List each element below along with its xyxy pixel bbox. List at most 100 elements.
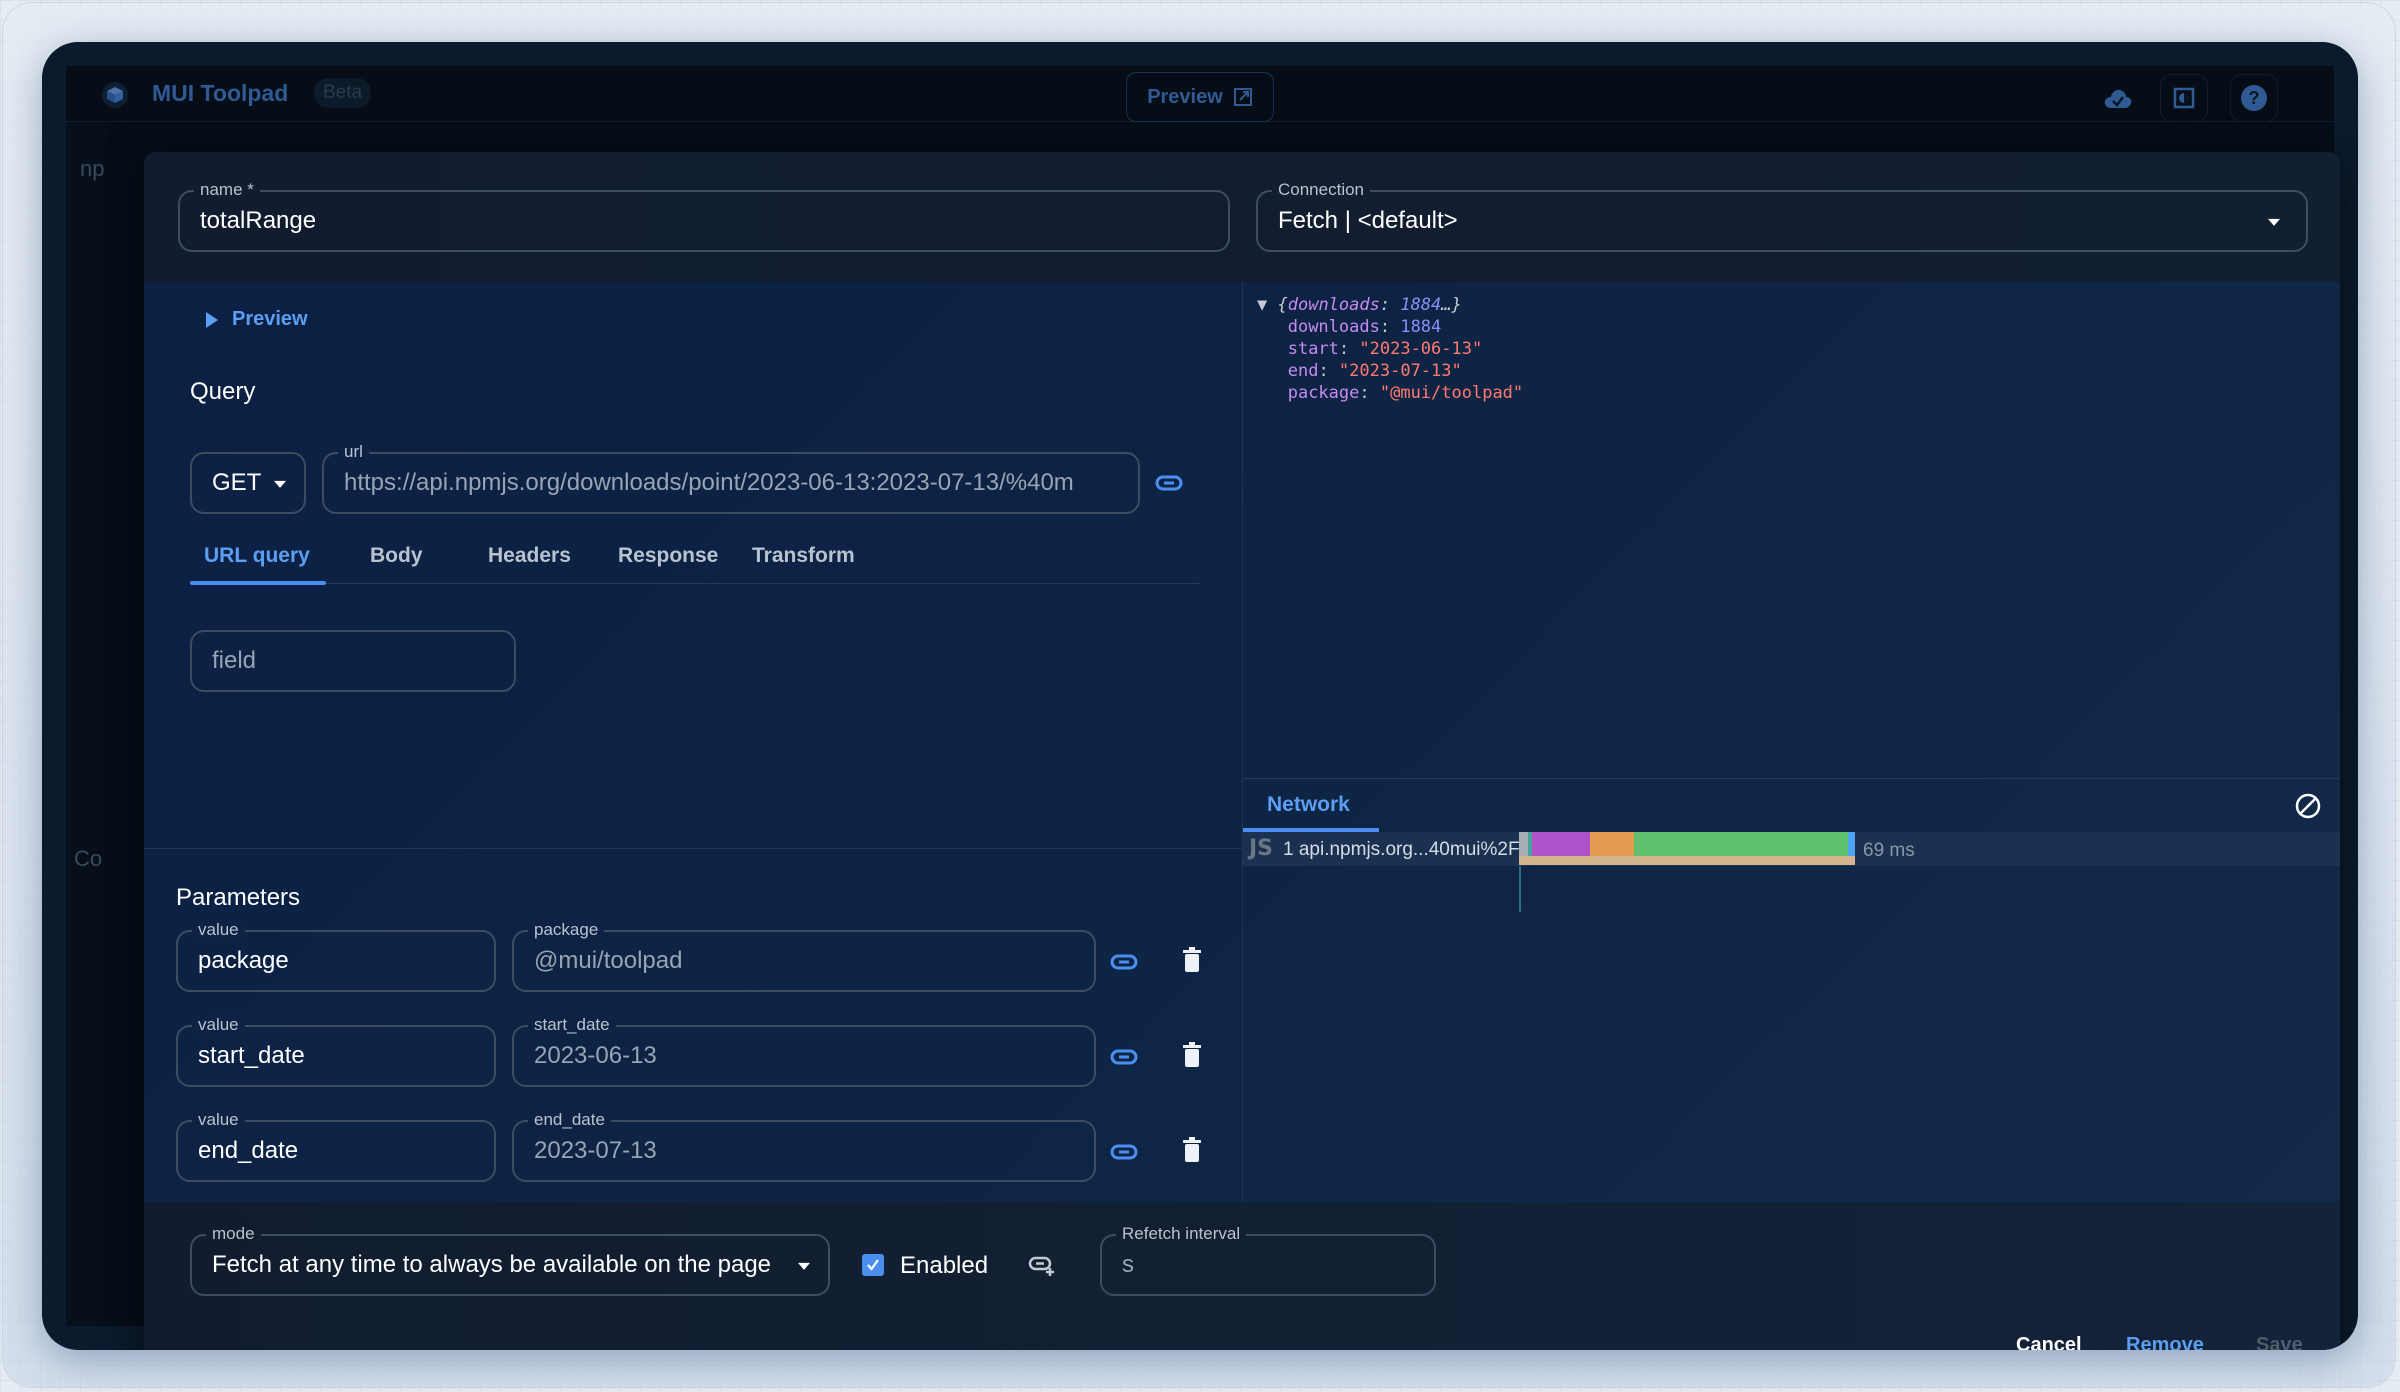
add-link-icon [1028,1256,1054,1276]
sidebar-text-project: np [80,156,105,181]
parameter-name-value: package [198,947,289,974]
url-query-field-input[interactable]: field [190,630,516,692]
entry-value: "@mui/toolpad" [1379,383,1524,403]
timeline-marker [1519,866,1521,912]
parameter-name-field[interactable]: value start_date [176,1014,496,1087]
tab-response[interactable]: Response [618,544,718,568]
request-duration: 69 ms [1863,840,1915,861]
parameter-name-field[interactable]: value end_date [176,1109,496,1182]
enabled-binding-button[interactable] [1024,1248,1060,1284]
preview-toggle[interactable]: Preview [206,308,308,331]
tab-headers[interactable]: Headers [488,544,571,568]
js-file-icon: JS [1249,836,1274,861]
help-button[interactable]: ? [2230,74,2278,122]
app-sidebar [66,122,106,1326]
parameter-name-label: value [192,1109,245,1131]
inspector-summary-row[interactable]: ▼ {downloads: 1884…} [1257,294,1523,316]
app-preview-button[interactable]: Preview [1126,72,1274,122]
mode-select-label: mode [206,1223,261,1245]
parameter-value-field[interactable]: end_date 2023-07-13 [512,1109,1096,1182]
parameter-value: @mui/toolpad [534,947,683,974]
link-icon [1110,954,1138,970]
timing-segment-send [1590,832,1634,856]
summary-value: 1884 [1400,295,1442,315]
url-field-label: url [338,441,369,463]
parameter-value-label: package [528,919,605,941]
expand-arrow-icon [206,311,218,328]
delete-parameter-button[interactable] [1174,942,1210,978]
url-field-value: https://api.npmjs.org/downloads/point/20… [344,469,1074,496]
url-binding-button[interactable] [1152,466,1186,500]
parameter-name-label: value [192,1014,245,1036]
query-config-pane: Preview Query GET url https://api.npmjs.… [144,282,1242,1202]
link-icon [1110,1144,1138,1160]
preview-toggle-label: Preview [232,308,308,330]
name-field[interactable]: name * totalRange [178,179,1230,252]
parameter-value: 2023-07-13 [534,1137,657,1164]
trash-icon [1183,1137,1201,1162]
parameter-value-field[interactable]: package @mui/toolpad [512,919,1096,992]
mode-select[interactable]: mode Fetch at any time to always be avai… [190,1223,830,1296]
chevron-down-icon [274,480,286,488]
section-divider [144,848,1242,849]
parameter-name-value: start_date [198,1042,305,1069]
entry-value: 1884 [1400,317,1442,337]
parameter-value-field[interactable]: start_date 2023-06-13 [512,1014,1096,1087]
enabled-checkbox[interactable] [862,1254,884,1276]
remove-button[interactable]: Remove [2126,1334,2204,1350]
collapse-triangle-icon[interactable]: ▼ [1257,295,1277,315]
parameter-value-label: start_date [528,1014,616,1036]
name-field-label: name * [194,179,260,201]
active-tab-indicator [190,581,326,585]
inspector-entry: downloads: 1884 [1287,317,1442,337]
parameter-name-value: end_date [198,1137,299,1164]
cloud-saved-button[interactable] [2094,74,2142,122]
entry-key: downloads [1287,317,1380,337]
response-inspector[interactable]: ▼ {downloads: 1884…} downloads: 1884 sta… [1257,294,1523,404]
trash-icon [1183,947,1201,972]
entry-value: "2023-06-13" [1359,339,1483,359]
theme-toggle-button[interactable] [2160,74,2208,122]
network-request-row[interactable]: JS 1 api.npmjs.org...40mui%2F 69 ms [1243,832,2340,866]
tab-body[interactable]: Body [370,544,423,568]
tab-network[interactable]: Network [1267,793,1350,817]
beta-badge: Beta [314,78,372,108]
refetch-interval-field[interactable]: Refetch interval s [1100,1223,1436,1296]
parameter-value: 2023-06-13 [534,1042,657,1069]
entry-key: start [1287,339,1339,359]
dialog-header: name * totalRange Connection Fetch | <de… [144,152,2340,282]
parameter-value-label: end_date [528,1109,611,1131]
dialog-footer: mode Fetch at any time to always be avai… [144,1202,2340,1350]
link-icon [1155,475,1183,491]
query-tabs: URL query Body Headers Response Transfor… [190,540,1200,585]
parameter-binding-button[interactable] [1106,1039,1142,1075]
summary-ellipsis: … [1441,295,1452,315]
entry-key: package [1287,383,1360,403]
tab-url-query[interactable]: URL query [204,544,310,568]
refetch-interval-label: Refetch interval [1116,1223,1247,1245]
trash-icon [1183,1042,1201,1067]
delete-parameter-button[interactable] [1174,1132,1210,1168]
connection-select-value: Fetch | <default> [1278,207,1458,234]
save-button[interactable]: Save [2256,1334,2303,1350]
url-field[interactable]: url https://api.npmjs.org/downloads/poin… [322,441,1140,514]
delete-parameter-button[interactable] [1174,1037,1210,1073]
clear-network-button[interactable] [2293,791,2323,821]
timing-segment-wait [1634,832,1848,856]
toolpad-logo-icon [102,82,128,108]
timing-segment-blocked [1519,832,1528,856]
parameter-binding-button[interactable] [1106,1134,1142,1170]
timing-segment-ssl [1532,832,1590,856]
http-method-value: GET [212,469,262,496]
help-icon: ? [2241,85,2267,111]
brightness-icon [2173,87,2195,109]
parameter-binding-button[interactable] [1106,944,1142,980]
http-method-select[interactable]: GET [190,452,306,514]
connection-select[interactable]: Connection Fetch | <default> [1256,179,2308,252]
cloud-check-icon [2104,89,2132,108]
cancel-button[interactable]: Cancel [2016,1334,2082,1350]
url-query-field-placeholder: field [212,647,257,674]
entry-key: end [1287,361,1319,381]
parameter-name-field[interactable]: value package [176,919,496,992]
tab-transform[interactable]: Transform [752,544,855,568]
